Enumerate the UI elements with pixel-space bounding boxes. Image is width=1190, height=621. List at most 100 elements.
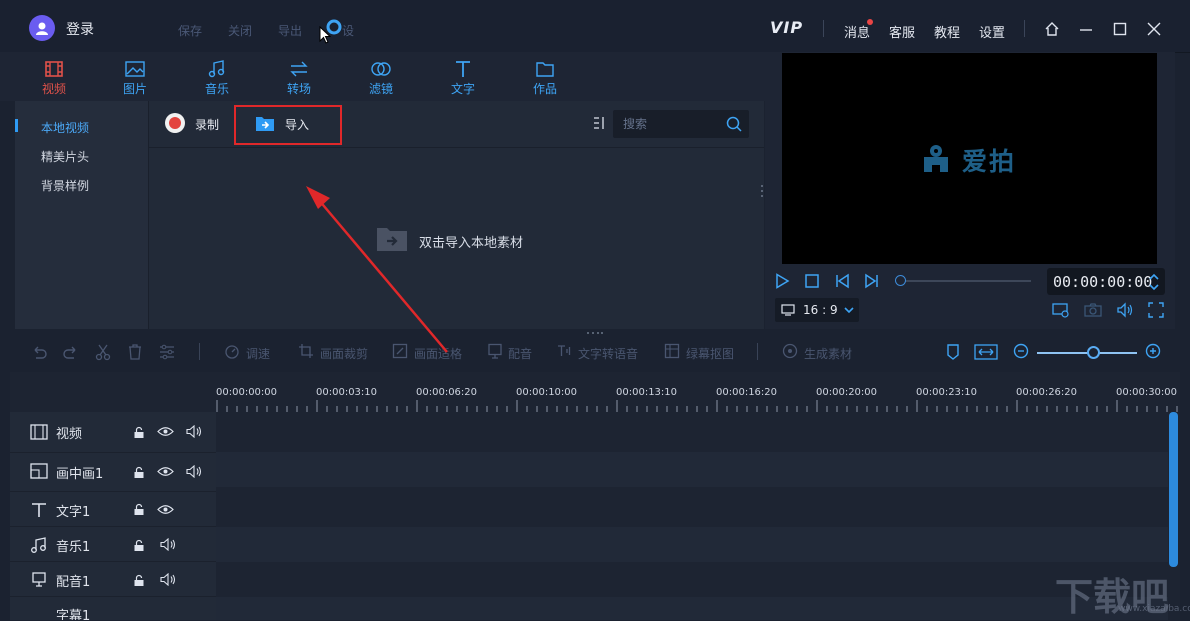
speaker-icon[interactable]: [186, 425, 203, 438]
record-button[interactable]: 录制: [195, 116, 219, 133]
aspect-ratio-value: 16 : 9: [803, 303, 838, 317]
undo-icon[interactable]: [30, 343, 48, 361]
tab-filter[interactable]: 滤镜: [356, 60, 406, 97]
lock-icon[interactable]: [133, 574, 145, 587]
crop-icon[interactable]: [298, 343, 314, 359]
menu-save[interactable]: 保存: [178, 22, 202, 39]
volume-icon[interactable]: [1116, 302, 1134, 318]
track-lane[interactable]: [216, 412, 1168, 447]
speaker-icon[interactable]: [160, 538, 177, 551]
track-lane[interactable]: [216, 527, 1168, 562]
delete-icon[interactable]: [126, 343, 144, 361]
ruler-label: 00:00:03:10: [316, 387, 378, 398]
play-icon[interactable]: [774, 273, 790, 289]
cut-icon[interactable]: [94, 343, 112, 361]
generate-button[interactable]: 生成素材: [804, 345, 852, 362]
lock-icon[interactable]: [133, 539, 145, 552]
speaker-icon[interactable]: [186, 465, 203, 478]
dub-icon: [30, 572, 48, 588]
panel-resize-grip[interactable]: [760, 184, 764, 198]
zoom-knob[interactable]: [1087, 346, 1100, 359]
tab-transition[interactable]: 转场: [274, 60, 324, 97]
lock-icon[interactable]: [133, 426, 145, 439]
prev-frame-icon[interactable]: [834, 273, 850, 289]
text-icon: [456, 61, 470, 77]
import-folder-icon[interactable]: [255, 115, 275, 132]
marker-icon[interactable]: [945, 343, 961, 361]
eye-icon[interactable]: [157, 503, 174, 516]
home-icon[interactable]: [1043, 20, 1061, 38]
filter-icon: [371, 62, 391, 76]
divider: [1024, 20, 1025, 37]
vip-badge[interactable]: VIP: [770, 18, 803, 37]
next-frame-icon[interactable]: [864, 273, 880, 289]
close-icon[interactable]: [1145, 20, 1163, 38]
timecode[interactable]: 00:00:00:00: [1053, 273, 1152, 291]
empty-state-text[interactable]: 双击导入本地素材: [419, 232, 523, 251]
maximize-icon[interactable]: [1111, 20, 1129, 38]
fit-icon[interactable]: [392, 343, 408, 359]
timecode-stepper-icon[interactable]: [1148, 272, 1160, 292]
fit-button[interactable]: 画面适格: [414, 345, 462, 362]
tab-music[interactable]: 音乐: [192, 60, 242, 97]
menu-close[interactable]: 关闭: [228, 22, 252, 39]
sidebar-item-backgrounds[interactable]: 背景样例: [41, 177, 89, 194]
speed-button[interactable]: 调速: [246, 345, 270, 362]
sort-icon[interactable]: [592, 116, 606, 130]
support-link[interactable]: 客服: [889, 22, 915, 41]
progress-knob[interactable]: [895, 275, 906, 286]
tab-label: 音乐: [204, 82, 229, 96]
snapshot-settings-icon[interactable]: [1052, 302, 1070, 318]
tutorial-link[interactable]: 教程: [934, 22, 960, 41]
eye-icon[interactable]: [157, 465, 174, 478]
generate-icon[interactable]: [782, 343, 798, 359]
track-name: 视频: [56, 427, 83, 442]
dub-button[interactable]: 配音: [508, 345, 532, 362]
fullscreen-icon[interactable]: [1148, 302, 1164, 318]
track-lane[interactable]: [216, 492, 1168, 527]
lock-icon[interactable]: [133, 503, 145, 516]
splitter-grip[interactable]: [586, 331, 604, 335]
track-lane[interactable]: [216, 597, 1168, 620]
sidebar-item-intros[interactable]: 精美片头: [41, 148, 89, 165]
tab-works[interactable]: 作品: [520, 60, 570, 97]
lock-icon[interactable]: [133, 466, 145, 479]
chroma-key-icon[interactable]: [664, 343, 680, 359]
track-lane[interactable]: [216, 452, 1168, 487]
fit-timeline-icon[interactable]: [974, 343, 998, 361]
tts-icon[interactable]: [556, 343, 572, 359]
avatar[interactable]: [29, 15, 55, 41]
timeline-scrollbar[interactable]: [1169, 412, 1178, 567]
film-icon: [45, 61, 63, 77]
dub-icon[interactable]: [487, 343, 503, 359]
search-icon[interactable]: [726, 116, 742, 132]
chevron-down-icon[interactable]: [843, 305, 855, 315]
stop-icon[interactable]: [804, 273, 820, 289]
chroma-key-button[interactable]: 绿幕抠图: [686, 345, 734, 362]
sidebar-item-local-video[interactable]: 本地视频: [41, 119, 89, 136]
import-button[interactable]: 导入: [285, 116, 309, 133]
messages-link[interactable]: 消息: [844, 22, 870, 41]
ruler-label: 00:00:00:00: [216, 387, 278, 398]
settings-link[interactable]: 设置: [979, 22, 1005, 41]
record-icon[interactable]: [165, 113, 185, 133]
speaker-icon[interactable]: [160, 573, 177, 586]
crop-button[interactable]: 画面裁剪: [320, 345, 368, 362]
tts-button[interactable]: 文字转语音: [578, 345, 638, 362]
menu-settings[interactable]: 设: [342, 22, 354, 39]
track-lane[interactable]: [216, 562, 1168, 597]
playback-progress[interactable]: [899, 280, 1031, 282]
eye-icon[interactable]: [157, 425, 174, 438]
tab-text[interactable]: 文字: [438, 60, 488, 97]
login-link[interactable]: 登录: [66, 19, 94, 39]
tab-image[interactable]: 图片: [110, 60, 160, 97]
redo-icon[interactable]: [62, 343, 80, 361]
adjust-icon[interactable]: [158, 343, 176, 361]
minimize-icon[interactable]: [1077, 20, 1095, 38]
camera-icon[interactable]: [1084, 302, 1102, 318]
zoom-in-icon[interactable]: [1145, 343, 1161, 359]
zoom-out-icon[interactable]: [1013, 343, 1029, 359]
speed-icon[interactable]: [224, 343, 240, 359]
menu-export[interactable]: 导出: [278, 22, 302, 39]
tab-video[interactable]: 视频: [29, 60, 79, 97]
